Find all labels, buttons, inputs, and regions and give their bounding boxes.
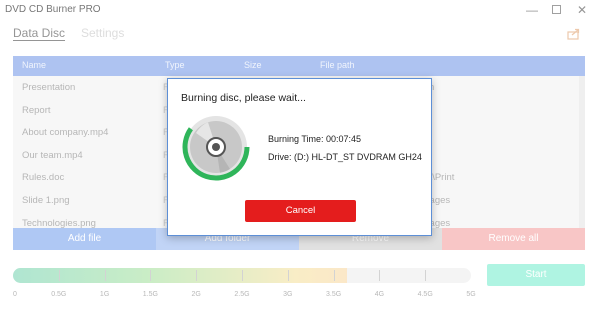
- cancel-button[interactable]: Cancel: [245, 200, 356, 222]
- drive-name: Drive: (D:) HL-DT_ST DVDRAM GH24: [268, 152, 422, 162]
- burning-dialog: Burning disc, please wait... Burning Tim…: [167, 78, 432, 236]
- burning-time: Burning Time: 00:07:45: [268, 134, 362, 144]
- disc-icon: [182, 116, 250, 181]
- dialog-title: Burning disc, please wait...: [181, 92, 306, 104]
